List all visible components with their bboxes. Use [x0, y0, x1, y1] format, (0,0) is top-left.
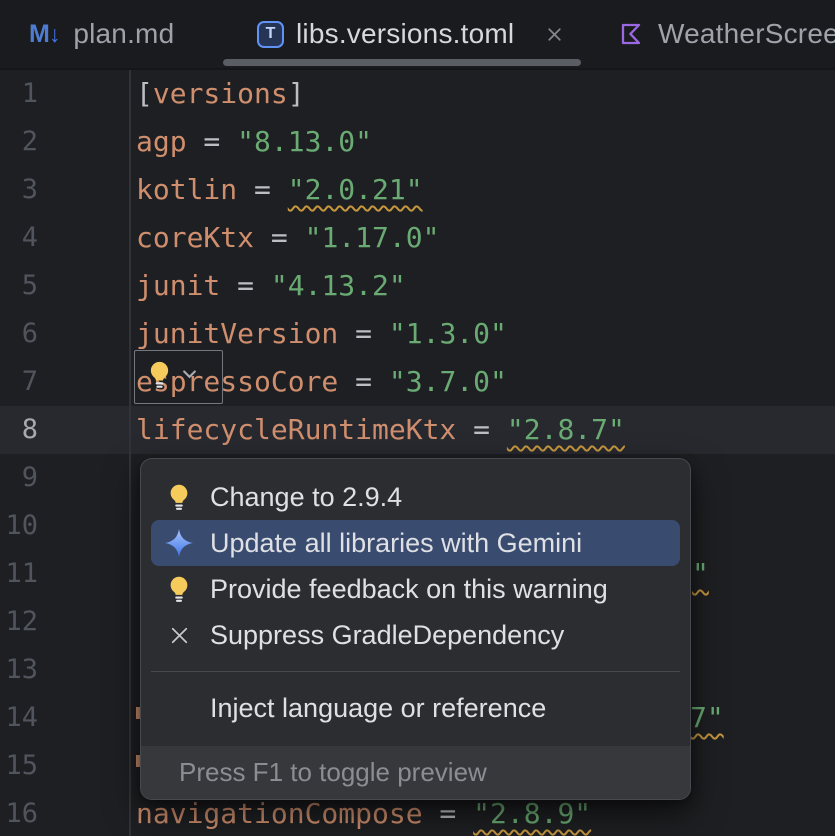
code-text: junit = "4.13.2" [136, 262, 406, 310]
code-line[interactable]: 1 [versions] [0, 70, 835, 118]
code-token: = [220, 269, 271, 302]
popup-footer: Press F1 to toggle preview [141, 746, 690, 799]
code-token: versions [153, 77, 288, 110]
warning-token: "2.8.7" [507, 413, 625, 446]
code-line[interactable]: 8 lifecycleRuntimeKtx = "2.8.7" [0, 406, 835, 454]
menu-item-label: Change to 2.9.4 [210, 482, 402, 513]
tab-label: libs.versions.toml [296, 18, 514, 50]
clipped-code-fragment: " [692, 550, 709, 598]
code-token: junit [136, 269, 220, 302]
code-token: = [237, 173, 288, 206]
code-token: = [423, 797, 474, 830]
code-line[interactable]: 4 coreKtx = "1.17.0" [0, 214, 835, 262]
code-token: coreKtx [136, 221, 254, 254]
code-token: lifecycleRuntimeKtx [136, 413, 456, 446]
code-line[interactable]: 6 junitVersion = "1.3.0" [0, 310, 835, 358]
tab-weatherscreen[interactable]: WeatherScree [581, 0, 835, 68]
code-text: agp = "8.13.0" [136, 118, 372, 166]
popup-footer-hint: Press F1 to toggle preview [179, 757, 487, 788]
code-token: "1.17.0" [305, 221, 440, 254]
line-number: 1 [0, 70, 38, 118]
code-line[interactable]: 2 agp = "8.13.0" [0, 118, 835, 166]
menu-item-inject-language-or-reference[interactable]: Inject language or reference [151, 685, 680, 731]
tab-plan-md[interactable]: M↓ plan.md [0, 0, 223, 68]
warning-token: "2.8.9" [473, 797, 591, 830]
code-text: lifecycleRuntimeKtx = "2.8.7" [136, 406, 625, 454]
code-text: coreKtx = "1.17.0" [136, 214, 439, 262]
code-text: kotlin = "2.0.21" [136, 166, 423, 214]
line-number: 10 [0, 502, 38, 550]
active-tab-underline [223, 59, 581, 66]
menu-item-label: Provide feedback on this warning [210, 574, 608, 605]
line-number: 12 [0, 598, 38, 646]
gemini-icon [163, 526, 195, 560]
line-number: 13 [0, 646, 38, 694]
menu-item-label: Update all libraries with Gemini [210, 528, 582, 559]
code-token: "3.7.0" [389, 365, 507, 398]
menu-item-label: Suppress GradleDependency [210, 620, 564, 651]
code-token: navigationCompose [136, 797, 423, 830]
intention-bulb-widget[interactable] [134, 350, 223, 404]
code-line[interactable]: 5 junit = "4.13.2" [0, 262, 835, 310]
code-token: = [456, 413, 507, 446]
code-token: = [338, 317, 389, 350]
markdown-file-icon: M↓ [29, 20, 60, 49]
line-number: 7 [0, 358, 38, 406]
code-text: [versions] [136, 70, 305, 118]
popup-separator [151, 671, 680, 672]
toml-file-icon: T [257, 21, 284, 48]
tab-libs-versions-toml[interactable]: T libs.versions.toml [223, 0, 581, 68]
icon-placeholder [163, 691, 195, 725]
code-token: agp [136, 125, 187, 158]
line-number: 2 [0, 118, 38, 166]
menu-item-update-all-libraries-with-gemini[interactable]: Update all libraries with Gemini [151, 520, 680, 566]
menu-item-suppress-gradledependency[interactable]: Suppress GradleDependency [151, 612, 680, 658]
line-number: 16 [0, 790, 38, 836]
code-line[interactable]: 3 kotlin = "2.0.21" [0, 166, 835, 214]
close-icon [163, 618, 195, 652]
line-number: 4 [0, 214, 38, 262]
kotlin-file-icon [617, 20, 645, 48]
code-token: "1.3.0" [389, 317, 507, 350]
code-token: junitVersion [136, 317, 338, 350]
code-token: = [254, 221, 305, 254]
code-token: kotlin [136, 173, 237, 206]
tab-label: plan.md [73, 18, 174, 50]
line-number: 5 [0, 262, 38, 310]
code-token: "8.13.0" [237, 125, 372, 158]
lightbulb-icon [144, 359, 175, 395]
code-token: = [338, 365, 389, 398]
line-number: 8 [0, 406, 38, 454]
code-token: ] [288, 77, 305, 110]
menu-item-provide-feedback-on-this-warning[interactable]: Provide feedback on this warning [151, 566, 680, 612]
line-number: 15 [0, 742, 38, 790]
line-number: 3 [0, 166, 38, 214]
code-line[interactable]: 7espressoCore = "3.7.0" [0, 358, 835, 406]
close-tab-icon[interactable] [544, 24, 565, 45]
gutter-separator [129, 70, 131, 836]
code-token: [ [136, 77, 153, 110]
clipped-code-fragment: 7" [690, 694, 724, 742]
lightbulb-icon [163, 572, 195, 606]
intention-actions-popup: Change to 2.9.4 Update all libraries with… [140, 458, 691, 800]
warning-token: "2.0.21" [288, 173, 423, 206]
line-number: 6 [0, 310, 38, 358]
tab-label: WeatherScree [658, 18, 835, 50]
code-token: "4.13.2" [271, 269, 406, 302]
line-number: 14 [0, 694, 38, 742]
editor-tab-bar: M↓ plan.md T libs.versions.toml WeatherS… [0, 0, 835, 70]
code-token: = [187, 125, 238, 158]
chevron-down-icon [180, 365, 199, 389]
line-number: 9 [0, 454, 38, 502]
lightbulb-icon [163, 480, 195, 514]
line-number: 11 [0, 550, 38, 598]
menu-item-label: Inject language or reference [210, 693, 546, 724]
menu-item-change-to-2-9-4[interactable]: Change to 2.9.4 [151, 474, 680, 520]
